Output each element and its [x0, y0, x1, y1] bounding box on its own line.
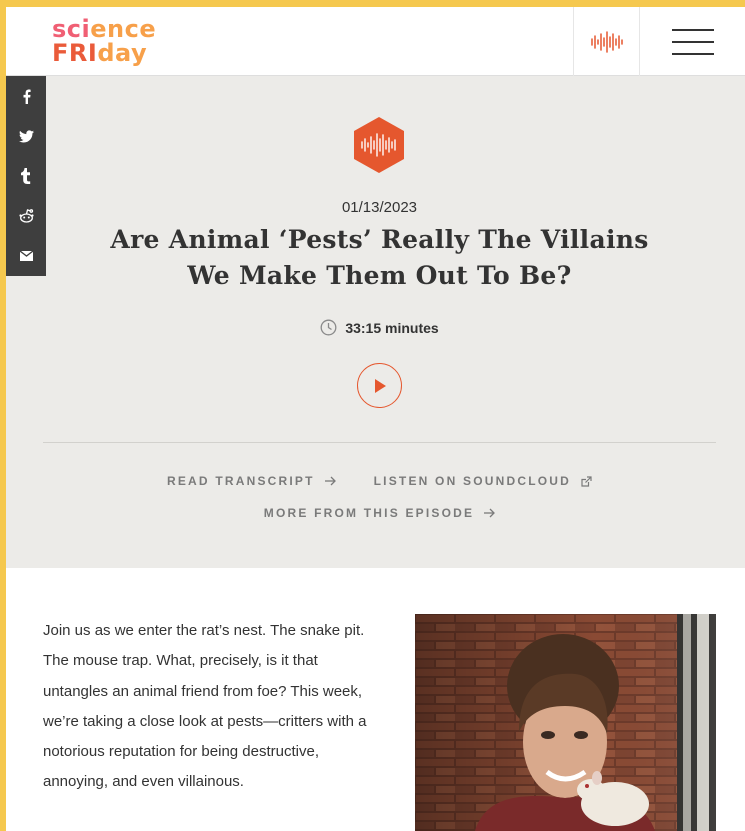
more-from-episode-link[interactable]: MORE FROM THIS EPISODE: [263, 506, 496, 520]
episode-title: Are Animal ‘Pests’ Really The Villains W…: [110, 225, 649, 290]
science-friday-logo[interactable]: science FRIday: [52, 17, 186, 69]
email-icon: [19, 251, 33, 261]
logo-row-bottom: FRIday: [52, 39, 148, 67]
episode-duration: 33:15 minutes: [6, 319, 745, 336]
guest-photo: [415, 614, 716, 831]
podcast-hexagon-icon: [354, 117, 404, 173]
audio-player-button[interactable]: [573, 7, 640, 76]
listen-soundcloud-link[interactable]: LISTEN ON SOUNDCLOUD: [374, 474, 592, 488]
episode-links-secondary: MORE FROM THIS EPISODE: [6, 506, 745, 520]
tumblr-icon: [21, 168, 31, 184]
share-reddit[interactable]: [6, 196, 46, 236]
hamburger-icon: [671, 28, 714, 55]
clock-icon: [320, 319, 337, 336]
external-link-icon: [581, 475, 592, 487]
arrow-right-icon: [484, 508, 496, 518]
listen-soundcloud-label: LISTEN ON SOUNDCLOUD: [373, 474, 571, 488]
hero-divider: [43, 442, 716, 443]
episode-date: 01/13/2023: [341, 199, 418, 216]
logo-row-top: science: [52, 15, 157, 43]
episode-hero: 01/13/2023 Are Animal ‘Pests’ Really The…: [6, 76, 745, 568]
sound-wave-icon: [590, 30, 623, 53]
arrow-right-icon: [324, 476, 336, 486]
top-frame-border: [0, 0, 745, 7]
share-email[interactable]: [6, 236, 46, 276]
read-transcript-link[interactable]: READ TRANSCRIPT: [167, 474, 336, 488]
duration-text: 33:15 minutes: [345, 319, 439, 336]
social-share-bar: [6, 76, 46, 276]
share-twitter[interactable]: [6, 116, 46, 156]
play-button[interactable]: [357, 363, 402, 408]
facebook-icon: [23, 89, 31, 104]
guest-photo-illustration: [415, 614, 716, 831]
menu-button[interactable]: [640, 7, 745, 76]
share-tumblr[interactable]: [6, 156, 46, 196]
episode-links: READ TRANSCRIPT LISTEN ON SOUNDCLOUD: [6, 474, 745, 488]
share-facebook[interactable]: [6, 76, 46, 116]
reddit-icon: [18, 209, 34, 223]
episode-description: Join us as we enter the rat’s nest. The …: [43, 622, 367, 791]
site-header: science FRIday: [6, 7, 745, 76]
more-from-episode-label: MORE FROM THIS EPISODE: [263, 506, 475, 520]
twitter-icon: [18, 129, 34, 142]
play-icon: [374, 378, 386, 393]
read-transcript-label: READ TRANSCRIPT: [166, 474, 315, 488]
